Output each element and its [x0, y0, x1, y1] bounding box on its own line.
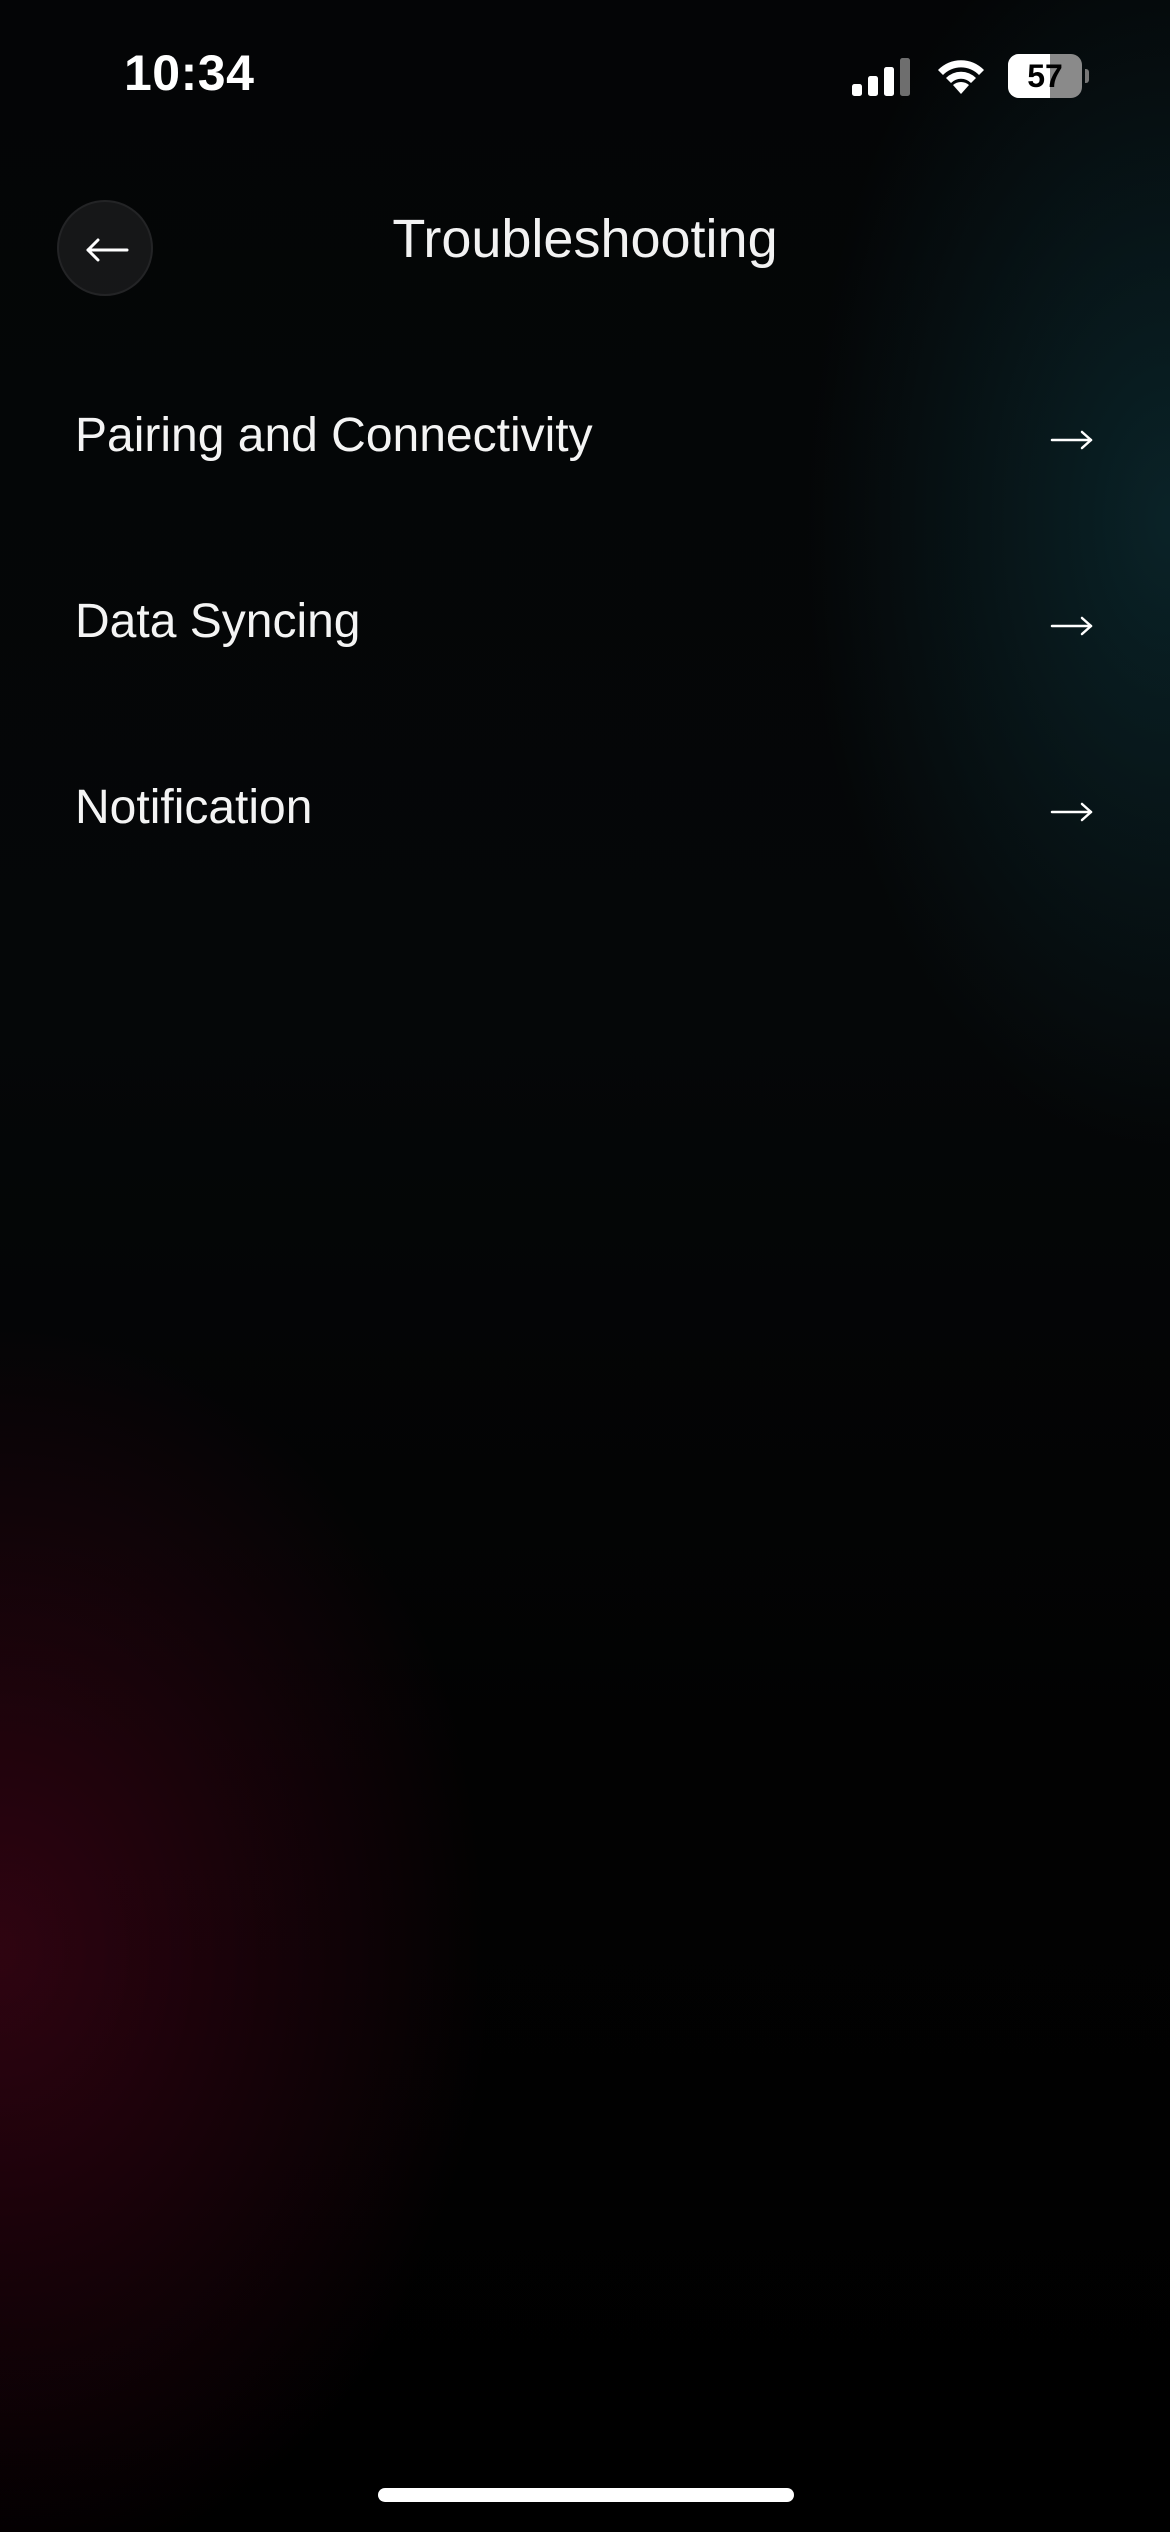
home-indicator[interactable] — [378, 2488, 794, 2502]
cellular-signal-icon — [852, 58, 910, 96]
menu-item-notification[interactable]: Notification — [0, 742, 1170, 928]
menu-item-pairing-and-connectivity[interactable]: Pairing and Connectivity — [0, 370, 1170, 556]
menu-item-label: Pairing and Connectivity — [75, 409, 593, 462]
arrow-right-icon — [1050, 802, 1093, 822]
battery-body: 57 — [1008, 54, 1082, 98]
menu-item-data-syncing[interactable]: Data Syncing — [0, 556, 1170, 742]
menu-item-label: Data Syncing — [75, 595, 361, 648]
page-title: Troubleshooting — [392, 209, 778, 269]
battery-cap — [1085, 69, 1089, 83]
wifi-icon — [938, 60, 984, 94]
battery-icon: 57 — [1008, 54, 1089, 98]
menu-item-label: Notification — [75, 781, 313, 834]
arrow-right-icon — [1050, 430, 1093, 450]
troubleshooting-screen: 10:34 57 Troubleshooting Pairing and Con… — [0, 0, 1170, 2532]
troubleshooting-menu: Pairing and Connectivity Data Syncing No… — [0, 370, 1170, 928]
arrow-right-icon — [1050, 616, 1093, 636]
battery-level: 57 — [1027, 58, 1063, 94]
status-time: 10:34 — [124, 45, 255, 101]
